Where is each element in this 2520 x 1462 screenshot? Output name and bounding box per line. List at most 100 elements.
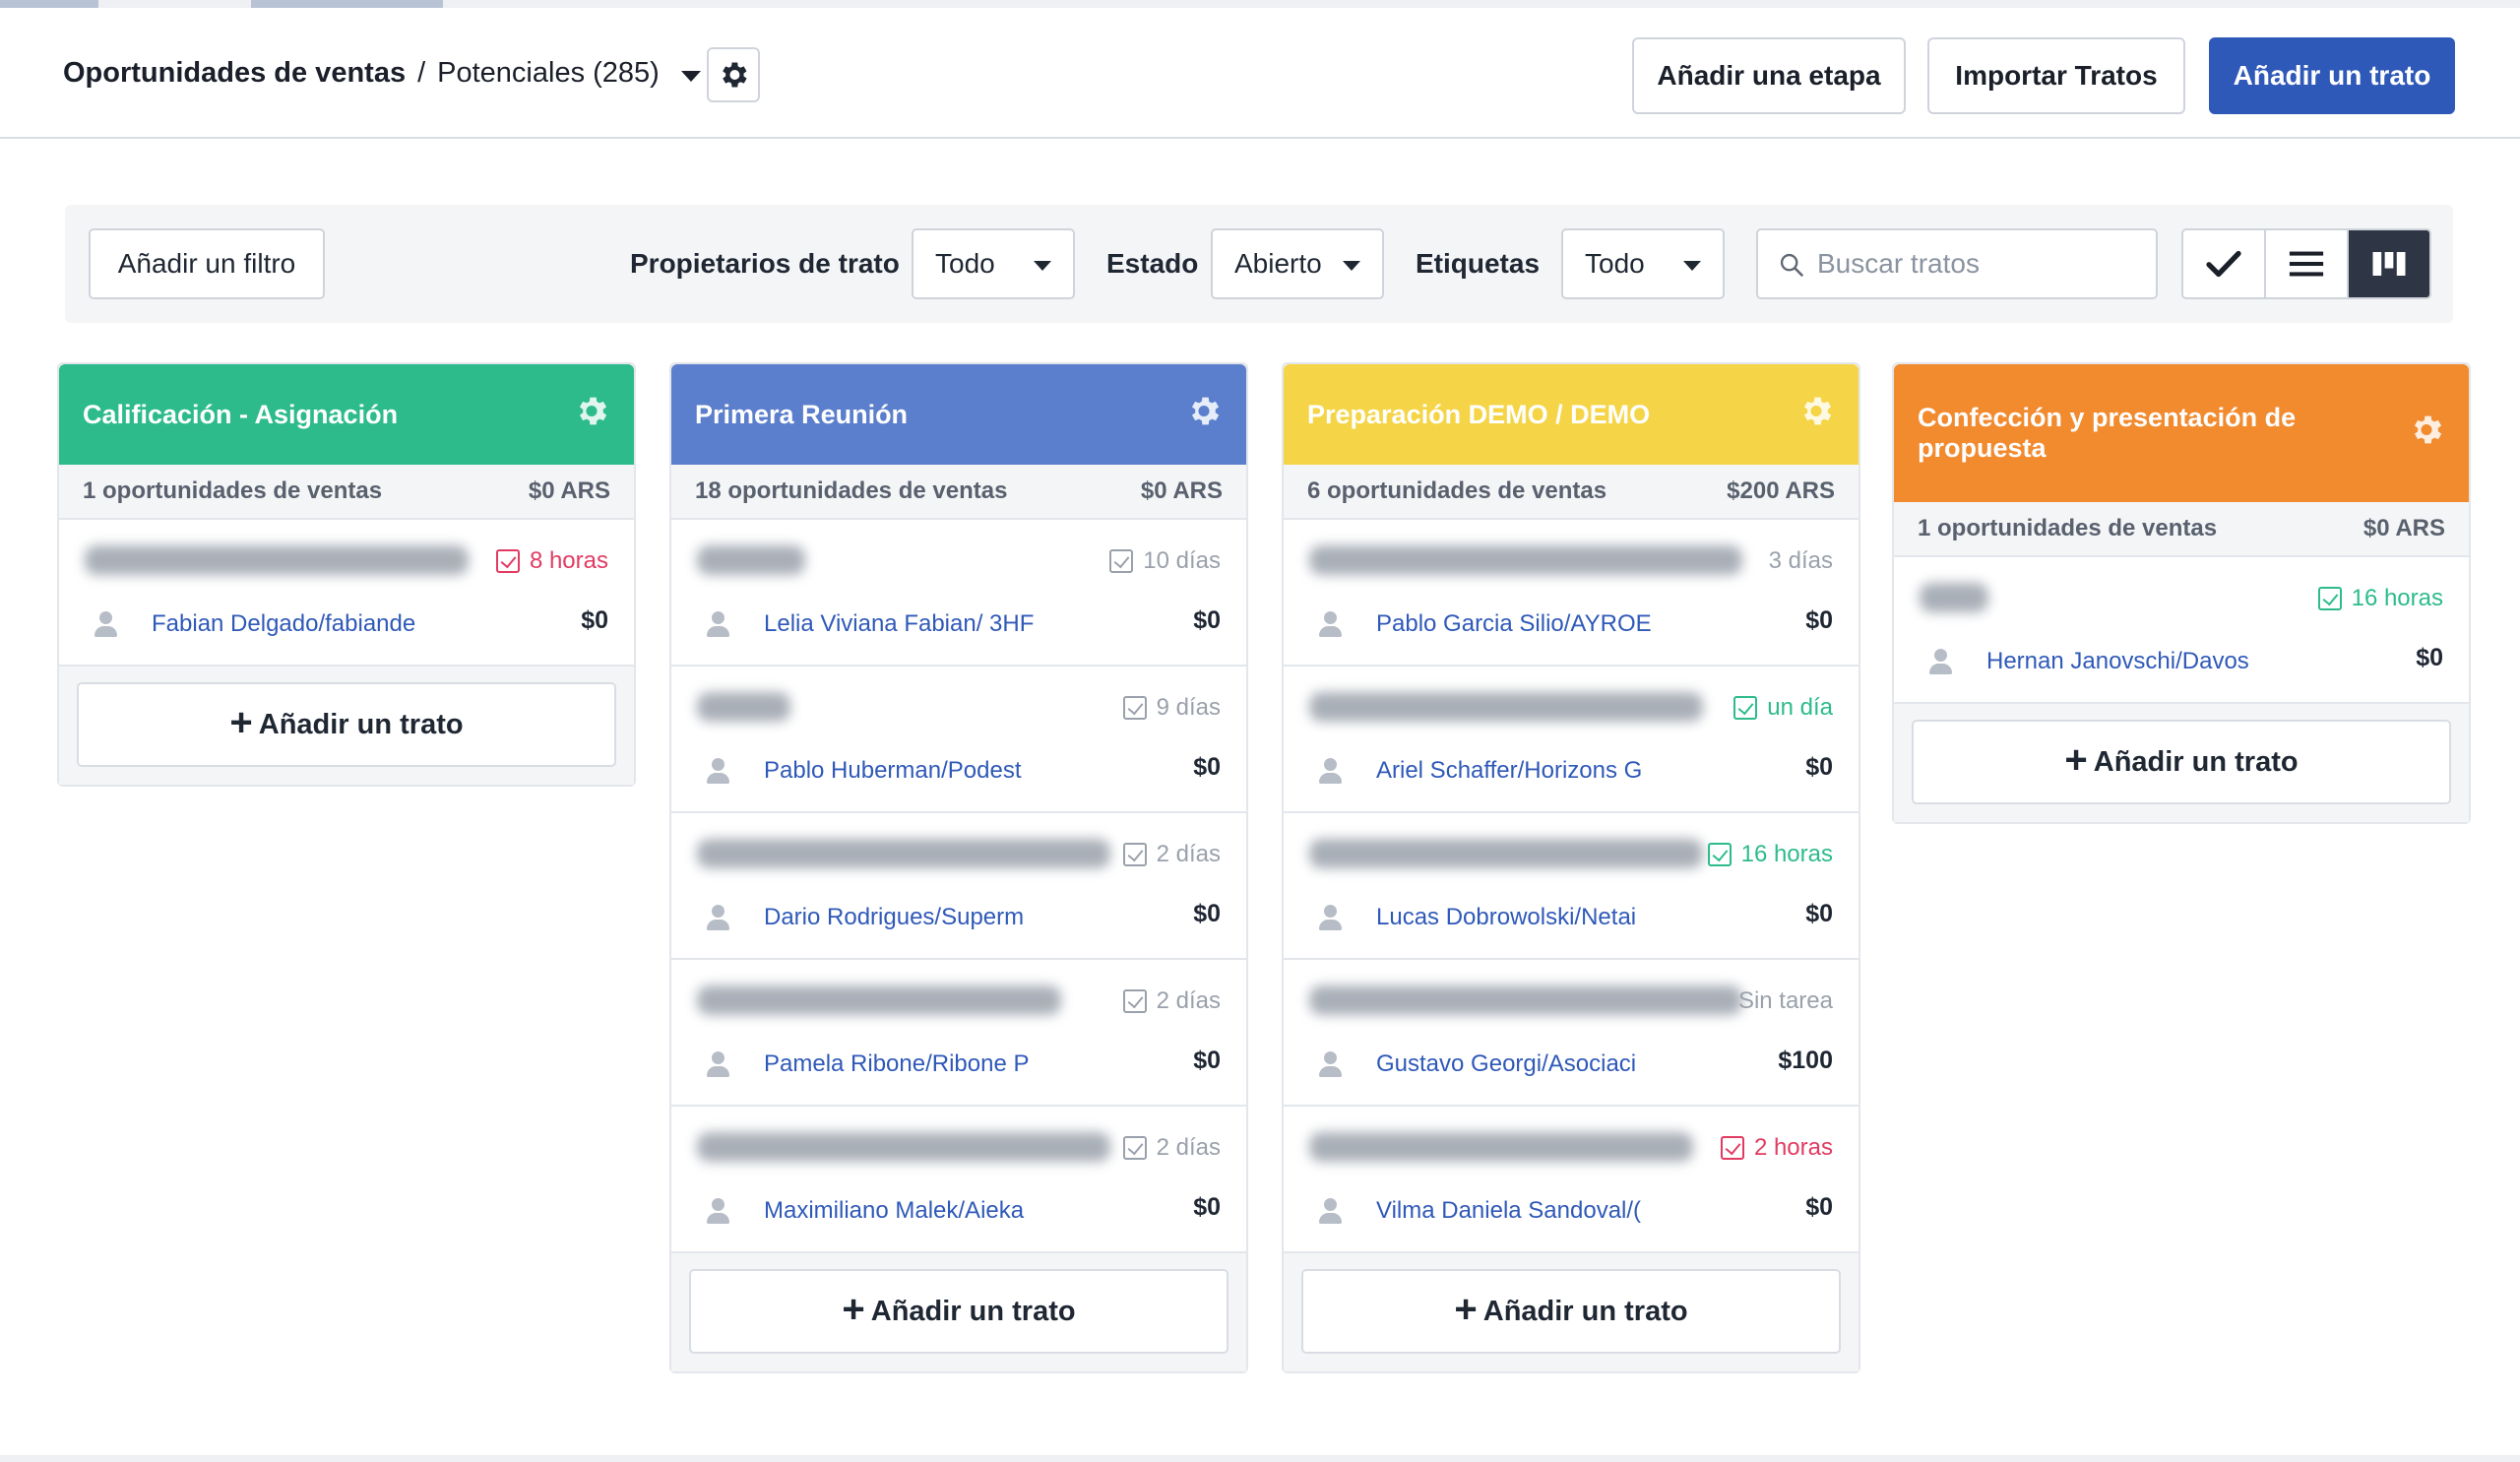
- owner-name[interactable]: Pablo Huberman/Podest: [764, 757, 1022, 785]
- deal-owner[interactable]: Pablo Garcia Silio/AYROE: [1313, 607, 1652, 641]
- owner-name[interactable]: Vilma Daniela Sandoval/(: [1376, 1197, 1641, 1225]
- add-deal-in-stage-button[interactable]: + Añadir un trato: [689, 1269, 1228, 1354]
- next-task[interactable]: 3 días: [1769, 547, 1833, 575]
- owner-name[interactable]: Gustavo Georgi/Asociaci: [1376, 1050, 1636, 1078]
- owner-name[interactable]: Pamela Ribone/Ribone P: [764, 1050, 1030, 1078]
- next-task[interactable]: 9 días: [1122, 694, 1221, 722]
- add-deal-button[interactable]: Añadir un trato: [2209, 37, 2455, 114]
- next-task[interactable]: Sin tarea: [1738, 987, 1833, 1015]
- next-task[interactable]: 2 días: [1122, 987, 1221, 1015]
- stage-header[interactable]: Confección y presentación de propuesta: [1894, 364, 2469, 502]
- deal-card[interactable]: 8 horas Fabian Delgado/fabiande $0: [59, 520, 634, 667]
- owners-label: Propietarios de trato: [630, 248, 900, 279]
- deal-owner[interactable]: Lucas Dobrowolski/Netai: [1313, 901, 1636, 934]
- task-checkbox-icon: [1122, 843, 1147, 866]
- owner-name[interactable]: Maximiliano Malek/Aieka: [764, 1197, 1024, 1225]
- owner-name[interactable]: Lucas Dobrowolski/Netai: [1376, 904, 1636, 931]
- owner-name[interactable]: Hernan Janovschi/Davos: [1986, 648, 2249, 675]
- stage-deal-count: 1 oportunidades de ventas: [83, 477, 383, 504]
- import-deals-button[interactable]: Importar Tratos: [1927, 37, 2185, 114]
- page-header: Oportunidades de ventas / Potenciales (2…: [0, 8, 2520, 139]
- add-deal-label: Añadir un trato: [1482, 1295, 1688, 1327]
- person-icon: [1313, 607, 1347, 641]
- stage-header[interactable]: Calificación - Asignación: [59, 364, 634, 465]
- next-task[interactable]: 10 días: [1109, 547, 1221, 575]
- deal-card[interactable]: 2 días Pamela Ribone/Ribone P $0: [671, 960, 1246, 1107]
- next-task[interactable]: 2 días: [1122, 841, 1221, 868]
- add-deal-label: Añadir un trato: [2093, 745, 2299, 778]
- next-task[interactable]: 8 horas: [495, 547, 608, 575]
- owner-name[interactable]: Fabian Delgado/fabiande: [152, 610, 415, 638]
- add-deal-wrap: + Añadir un trato: [671, 1253, 1246, 1371]
- task-due: 3 días: [1768, 547, 1833, 574]
- next-task[interactable]: 16 horas: [2317, 585, 2443, 612]
- list-icon: [2289, 251, 2324, 277]
- add-filter-button[interactable]: Añadir un filtro: [89, 228, 325, 299]
- next-task[interactable]: 2 horas: [1720, 1134, 1833, 1162]
- next-task[interactable]: 2 días: [1122, 1134, 1221, 1162]
- view-activities-button[interactable]: [2183, 230, 2266, 297]
- deal-card[interactable]: un día Ariel Schaffer/Horizons G $0: [1284, 667, 1858, 813]
- owner-name[interactable]: Dario Rodrigues/Superm: [764, 904, 1024, 931]
- add-deal-in-stage-button[interactable]: + Añadir un trato: [77, 682, 616, 767]
- pipeline-stage-column: Confección y presentación de propuesta 1 …: [1892, 362, 2471, 824]
- pipeline-selector[interactable]: Potenciales (285): [437, 57, 660, 90]
- deal-owner[interactable]: Maximiliano Malek/Aieka: [701, 1194, 1024, 1228]
- deal-owner[interactable]: Vilma Daniela Sandoval/(: [1313, 1194, 1641, 1228]
- chevron-down-icon: [1683, 261, 1701, 271]
- owner-name[interactable]: Pablo Garcia Silio/AYROE: [1376, 610, 1652, 638]
- deal-card[interactable]: 16 horas Lucas Dobrowolski/Netai $0: [1284, 813, 1858, 960]
- deal-card[interactable]: 9 días Pablo Huberman/Podest $0: [671, 667, 1246, 813]
- stage-settings-button[interactable]: [1797, 393, 1835, 437]
- task-checkbox-icon: [1733, 696, 1758, 720]
- person-icon: [89, 607, 122, 641]
- breadcrumb[interactable]: Oportunidades de ventas / Potenciales (2…: [63, 57, 701, 90]
- deal-card[interactable]: 2 días Dario Rodrigues/Superm $0: [671, 813, 1246, 960]
- deal-owner[interactable]: Fabian Delgado/fabiande: [89, 607, 415, 641]
- stage-header[interactable]: Preparación DEMO / DEMO: [1284, 364, 1858, 465]
- stage-settings-button[interactable]: [1185, 393, 1223, 437]
- stage-summary: 18 oportunidades de ventas $0 ARS: [671, 465, 1246, 520]
- view-list-button[interactable]: [2266, 230, 2349, 297]
- deal-card[interactable]: 3 días Pablo Garcia Silio/AYROE $0: [1284, 520, 1858, 667]
- pipeline-settings-button[interactable]: [707, 47, 760, 102]
- search-input[interactable]: [1817, 244, 2142, 284]
- chevron-down-icon: [1343, 261, 1360, 271]
- chevron-down-icon: [1034, 261, 1051, 271]
- deal-owner[interactable]: Lelia Viviana Fabian/ 3HF: [701, 607, 1034, 641]
- add-deal-in-stage-button[interactable]: + Añadir un trato: [1912, 720, 2451, 804]
- deal-card[interactable]: Sin tarea Gustavo Georgi/Asociaci $100: [1284, 960, 1858, 1107]
- deal-card[interactable]: 10 días Lelia Viviana Fabian/ 3HF $0: [671, 520, 1246, 667]
- next-task[interactable]: un día: [1733, 694, 1833, 722]
- deal-owner[interactable]: Pamela Ribone/Ribone P: [701, 1048, 1030, 1081]
- chevron-down-icon[interactable]: [680, 71, 701, 82]
- gear-icon: [2414, 415, 2442, 444]
- deal-amount: $0: [581, 606, 608, 634]
- add-deal-in-stage-button[interactable]: + Añadir un trato: [1301, 1269, 1841, 1354]
- task-checkbox-icon: [495, 549, 520, 573]
- owner-name[interactable]: Ariel Schaffer/Horizons G: [1376, 757, 1642, 785]
- deal-card[interactable]: 2 horas Vilma Daniela Sandoval/($0: [1284, 1107, 1858, 1253]
- deal-card[interactable]: 16 horas Hernan Janovschi/Davos $0: [1894, 557, 2469, 704]
- stage-settings-button[interactable]: [573, 393, 610, 437]
- owners-dropdown[interactable]: Todo: [912, 228, 1075, 299]
- view-board-button[interactable]: [2349, 230, 2429, 297]
- deal-owner[interactable]: Hernan Janovschi/Davos: [1923, 645, 2249, 678]
- tags-dropdown[interactable]: Todo: [1561, 228, 1725, 299]
- owner-name[interactable]: Lelia Viviana Fabian/ 3HF: [764, 610, 1034, 638]
- next-task[interactable]: 16 horas: [1707, 841, 1833, 868]
- task-due: 2 días: [1156, 841, 1221, 867]
- deal-owner[interactable]: Pablo Huberman/Podest: [701, 754, 1022, 788]
- deal-owner[interactable]: Gustavo Georgi/Asociaci: [1313, 1048, 1636, 1081]
- stage-header[interactable]: Primera Reunión: [671, 364, 1246, 465]
- search-box[interactable]: [1756, 228, 2158, 299]
- deal-owner[interactable]: Dario Rodrigues/Superm: [701, 901, 1024, 934]
- status-dropdown[interactable]: Abierto: [1211, 228, 1384, 299]
- stage-settings-button[interactable]: [2408, 412, 2445, 456]
- stage-title: Calificación - Asignación: [83, 399, 399, 429]
- add-stage-button[interactable]: Añadir una etapa: [1632, 37, 1906, 114]
- breadcrumb-main[interactable]: Oportunidades de ventas: [63, 57, 406, 90]
- stage-summary: 1 oportunidades de ventas $0 ARS: [1894, 502, 2469, 557]
- deal-owner[interactable]: Ariel Schaffer/Horizons G: [1313, 754, 1642, 788]
- deal-card[interactable]: 2 días Maximiliano Malek/Aieka $0: [671, 1107, 1246, 1253]
